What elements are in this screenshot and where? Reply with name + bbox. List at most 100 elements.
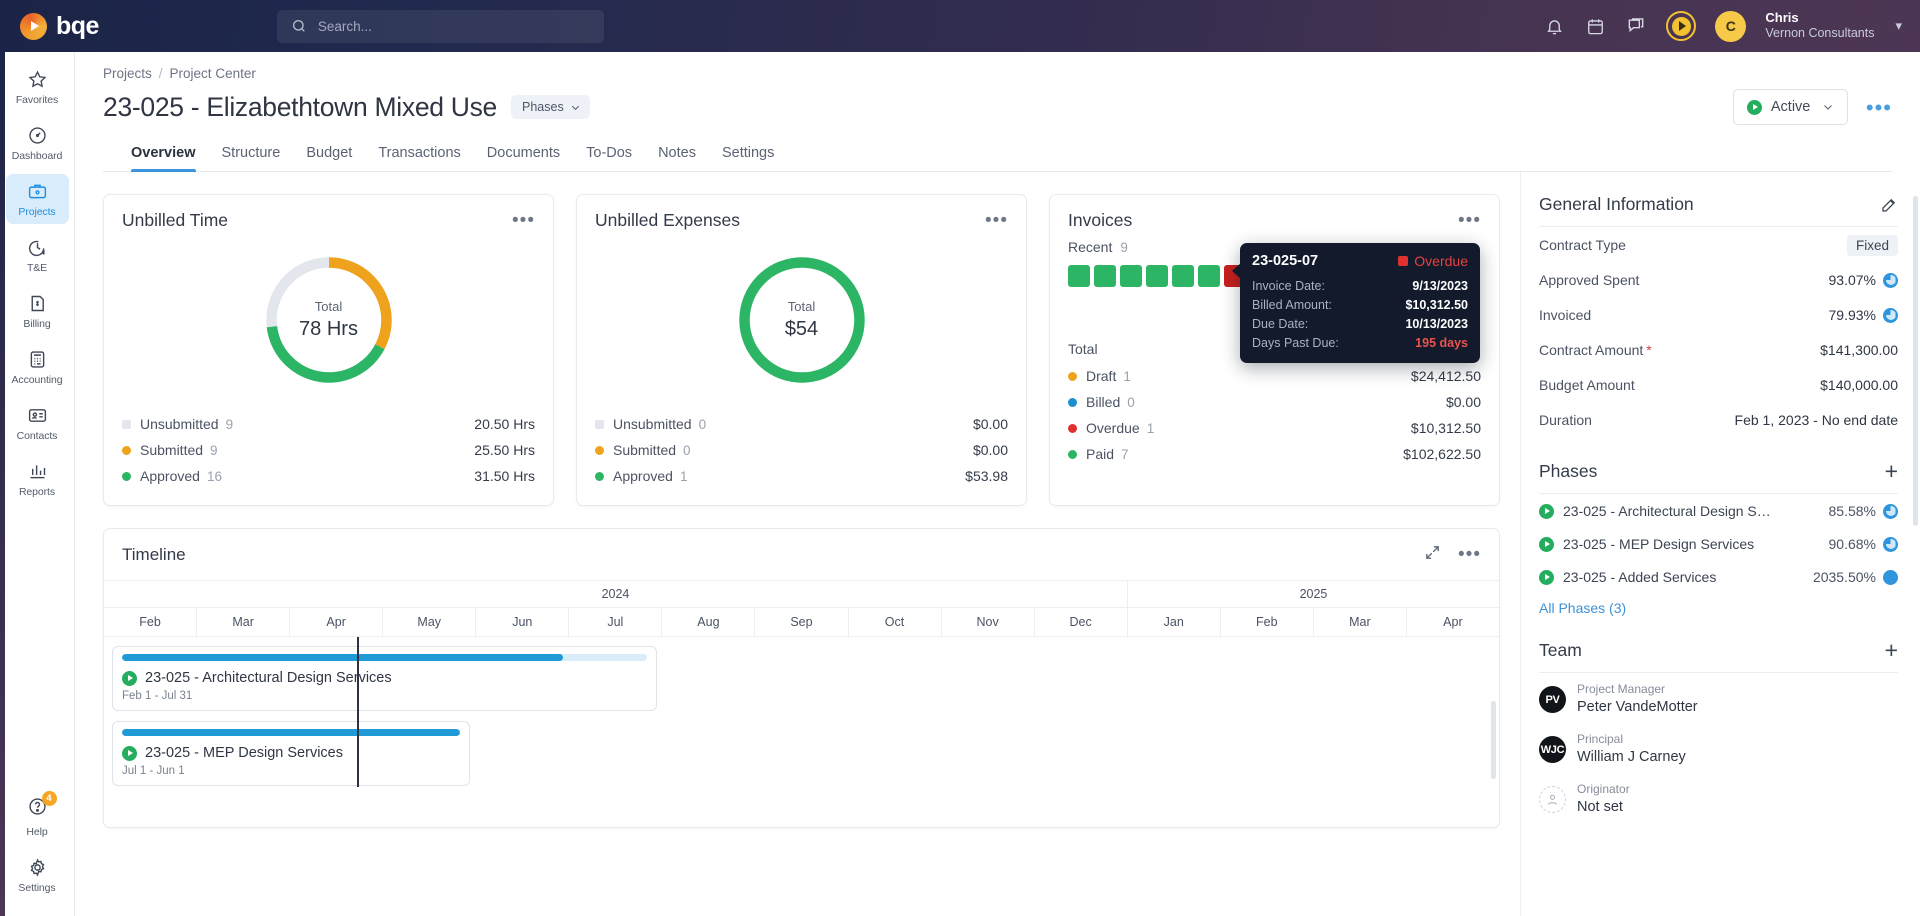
chevron-down-icon[interactable]: ▾ [1895,18,1902,34]
avatar[interactable]: C [1715,10,1747,42]
edit-icon[interactable] [1880,196,1898,214]
phase-item[interactable]: 23-025 - Added Services 2035.50% [1539,560,1898,593]
gantt-month: Aug [661,608,754,636]
status-badge: Active [1770,99,1811,115]
tab-overview[interactable]: Overview [131,139,196,172]
gantt-task-dates: Feb 1 - Jul 31 [122,690,193,702]
sidebar-item-label: T&E [26,262,48,274]
info-label: Approved Spent [1539,272,1640,288]
timeline-scrollbar[interactable] [1491,701,1496,779]
chat-icon[interactable] [1625,15,1647,37]
help-icon: 4 [27,791,57,822]
sidebar-item-te[interactable]: T&E [6,230,69,280]
gantt-task-row[interactable]: 23-025 - Architectural Design Services F… [112,646,657,711]
card-menu-button[interactable]: ••• [512,211,535,229]
card-menu-button[interactable]: ••• [985,211,1008,229]
phase-item[interactable]: 23-025 - MEP Design Services 90.68% [1539,527,1898,560]
legend-value: $10,312.50 [1410,420,1481,436]
gantt-month: Oct [847,608,941,636]
phase-item[interactable]: 23-025 - Architectural Design Ser... 85.… [1539,494,1898,527]
user-menu[interactable]: Chris Vernon Consultants [1765,10,1874,42]
team-member[interactable]: PV Project Manager Peter VandeMotter [1539,673,1898,723]
legend-row: Submitted 0 $0.00 [595,437,1008,463]
timeline-menu-button[interactable]: ••• [1458,546,1481,564]
search-box[interactable] [277,9,604,43]
gantt-chart: 2024 2025 Feb Mar Apr May Jun Jul Aug Se… [104,581,1499,787]
sidebar-item-settings[interactable]: Settings [6,850,69,900]
legend-row: Overdue 1 $10,312.50 [1068,415,1481,441]
invoice-square-paid[interactable] [1198,265,1220,287]
sidebar-item-help[interactable]: 4 Help [6,789,69,844]
legend-count: 16 [206,468,222,484]
phases-dropdown-button[interactable]: Phases [511,95,590,119]
invoice-square-paid[interactable] [1068,265,1090,287]
invoice-square-paid[interactable] [1120,265,1142,287]
add-phase-button[interactable]: + [1885,460,1898,483]
invoice-square-paid[interactable] [1172,265,1194,287]
header-actions: Active ••• [1732,89,1892,125]
timeline-header: Timeline ••• [104,529,1499,581]
more-actions-button[interactable]: ••• [1866,96,1892,118]
sidebar-item-favorites[interactable]: Favorites [6,62,69,112]
tab-settings[interactable]: Settings [722,139,774,171]
card-menu-button[interactable]: ••• [1458,211,1481,229]
team-member[interactable]: Originator Not set [1539,773,1898,823]
user-org: Vernon Consultants [1765,26,1875,41]
timeline-actions: ••• [1424,544,1481,566]
sidebar-item-contacts[interactable]: Contacts [6,398,69,448]
calculator-icon [30,351,44,368]
status-dropdown-button[interactable]: Active [1732,89,1848,125]
breadcrumb-separator: / [158,66,163,81]
tab-transactions[interactable]: Transactions [378,139,460,171]
tab-budget[interactable]: Budget [306,139,352,171]
invoice-square-paid[interactable] [1094,265,1116,287]
gantt-task-name-row: 23-025 - Architectural Design Services [122,670,647,686]
details-panel-scrollbar[interactable] [1913,196,1918,526]
progress-ring-icon [1883,569,1898,585]
calendar-icon[interactable] [1584,15,1606,37]
tab-documents[interactable]: Documents [487,139,560,171]
legend-color-swatch [1068,423,1077,433]
tab-todos[interactable]: To-Dos [586,139,632,171]
legend-count: 9 [225,416,234,432]
gantt-month: Jun [475,608,568,636]
breadcrumb-projects[interactable]: Projects [103,66,152,81]
search-input[interactable] [317,18,592,34]
sidebar-item-accounting[interactable]: Accounting [6,342,69,392]
legend-row: Approved 16 31.50 Hrs [122,463,535,489]
timer-icon[interactable] [1666,11,1697,41]
legend-row: Draft 1 $24,412.50 [1068,363,1481,389]
legend-label: Submitted [613,442,677,458]
sidebar-item-billing[interactable]: Billing [6,286,69,336]
legend-label: Draft [1086,368,1117,384]
gantt-task-dates: Jul 1 - Jun 1 [122,765,185,777]
all-phases-link[interactable]: All Phases (3) [1539,593,1898,616]
team-member[interactable]: WJC Principal William J Carney [1539,723,1898,773]
sidebar-item-reports[interactable]: Reports [6,454,69,504]
info-row-contract-type: Contract Type Fixed [1539,227,1898,262]
gantt-task-row[interactable]: 23-025 - MEP Design Services Jul 1 - Jun… [112,721,470,786]
breadcrumb-project-center[interactable]: Project Center [170,66,256,81]
brand-logo[interactable]: bqe [0,12,255,41]
play-icon [1539,536,1554,552]
sidebar-item-dashboard[interactable]: Dashboard [6,118,69,168]
progress-ring-icon [1883,536,1898,552]
bqe-logo-icon [20,12,47,40]
phase-percent: 85.58% [1828,503,1876,519]
phases-dropdown-label: Phases [522,100,564,114]
donut-chart-unbilled-time: Total 78 Hrs [104,235,553,395]
tab-notes[interactable]: Notes [658,139,696,171]
legend-unbilled-expenses: Unsubmitted 0 $0.00 Submitted 0 $0.00 Ap… [577,395,1026,505]
legend-label: Approved [613,468,673,484]
tooltip-key: Due Date: [1252,316,1309,331]
legend-value: $0.00 [1445,394,1481,410]
tooltip-row: Invoice Date: 9/13/2023 [1252,276,1468,295]
team-member-role: Project Manager [1577,682,1666,696]
invoice-square-paid[interactable] [1146,265,1168,287]
sidebar-item-projects[interactable]: Projects [5,174,69,224]
tab-structure[interactable]: Structure [222,139,281,171]
card-title: Unbilled Expenses [595,210,740,230]
expand-icon[interactable] [1424,544,1441,566]
add-team-member-button[interactable]: + [1885,639,1898,662]
bell-icon[interactable] [1543,15,1565,37]
